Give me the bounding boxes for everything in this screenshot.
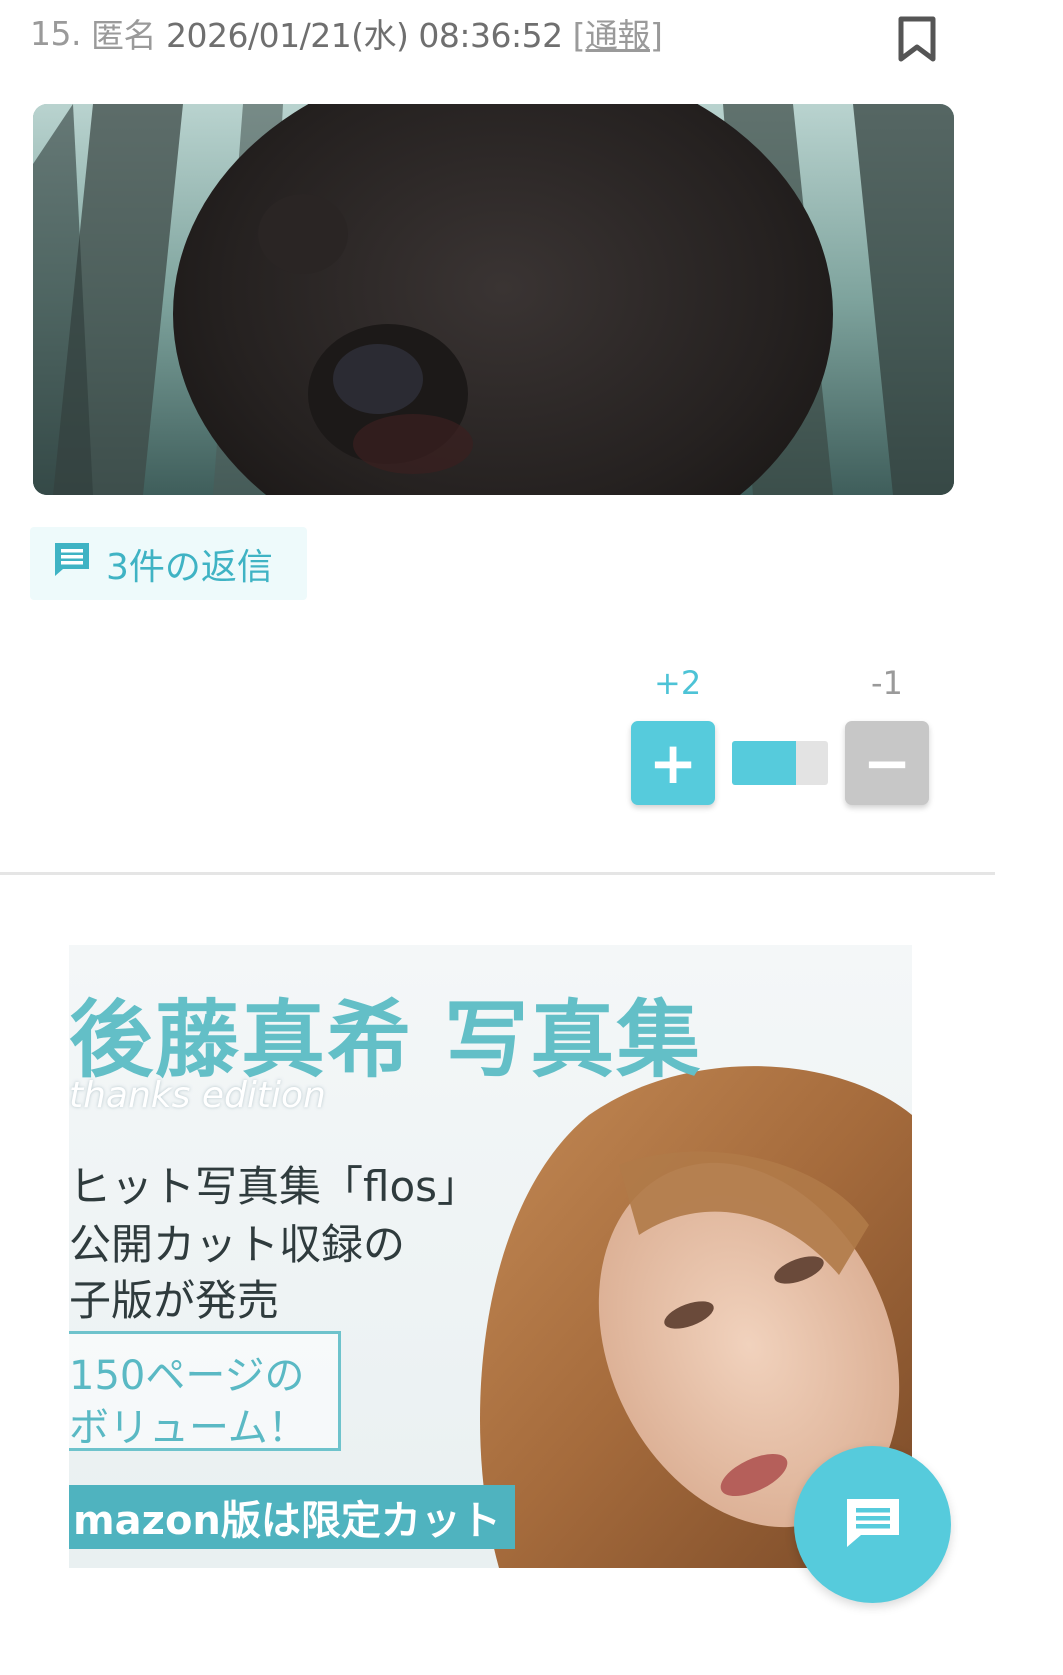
ad-amazon-label: mazon版は限定カット	[69, 1485, 515, 1549]
post-number: 15.	[30, 13, 81, 53]
bookmark-icon[interactable]	[898, 16, 936, 62]
report-link[interactable]: [通報]	[573, 9, 663, 57]
ad-line: ヒット写真集「flos」	[69, 1162, 480, 1211]
minus-vote-count: -1	[871, 664, 903, 702]
replies-button[interactable]: 3件の返信	[30, 527, 307, 600]
plus-vote-count: +2	[654, 664, 702, 702]
chat-fab-button[interactable]	[794, 1446, 951, 1603]
ad-banner[interactable]: 後藤真希 写真集 thanks edition ヒット写真集「flos」 公開カ…	[69, 945, 912, 1568]
minus-vote-button[interactable]: −	[845, 721, 929, 805]
post-header: 15. 匿名 2026/01/21(水) 08:36:52 [通報]	[30, 8, 663, 58]
post-image[interactable]	[33, 104, 954, 495]
vote-ratio-bar	[732, 741, 828, 785]
ad-line: 子版が発売	[69, 1276, 280, 1325]
ad-line: 公開カット収録の	[69, 1220, 406, 1269]
vote-ratio-fill	[732, 741, 797, 785]
post-datetime: 2026/01/21(水) 08:36:52	[165, 16, 563, 55]
divider	[0, 872, 995, 875]
chat-icon	[843, 1495, 903, 1555]
comment-icon	[52, 540, 92, 587]
ad-box-line: 150ページの	[69, 1353, 305, 1399]
replies-label: 3件の返信	[106, 546, 273, 588]
ad-box-line: ボリューム！	[69, 1405, 308, 1451]
post-author: 匿名	[90, 16, 157, 55]
plus-icon: +	[648, 729, 698, 797]
minus-icon: −	[862, 729, 912, 797]
ad-subtitle: thanks edition	[69, 1075, 326, 1116]
plus-vote-button[interactable]: +	[631, 721, 715, 805]
